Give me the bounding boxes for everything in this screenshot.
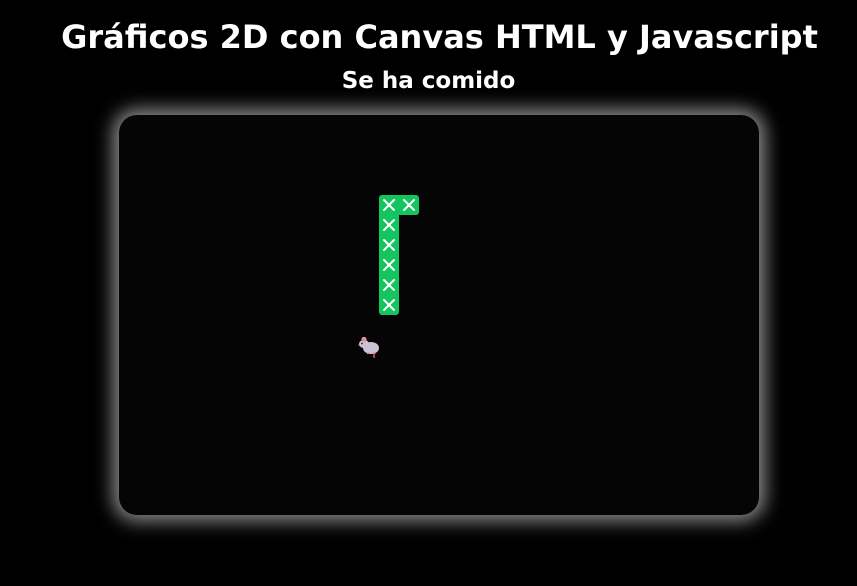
snake-segment bbox=[379, 255, 399, 275]
cross-icon bbox=[383, 239, 395, 251]
snake-segment bbox=[379, 235, 399, 255]
snake-segment bbox=[379, 215, 399, 235]
snake-segment bbox=[379, 275, 399, 295]
page: Gráficos 2D con Canvas HTML y Javascript… bbox=[0, 0, 857, 586]
cross-icon bbox=[383, 199, 395, 211]
page-title: Gráficos 2D con Canvas HTML y Javascript bbox=[61, 18, 818, 56]
snake-segment bbox=[379, 295, 399, 315]
cross-icon bbox=[383, 299, 395, 311]
cross-icon bbox=[383, 259, 395, 271]
cross-icon bbox=[383, 279, 395, 291]
mouse-icon bbox=[355, 331, 383, 359]
snake-head bbox=[379, 195, 399, 215]
cross-icon bbox=[383, 219, 395, 231]
game-status: Se ha comido bbox=[341, 68, 516, 94]
cross-icon bbox=[403, 199, 415, 211]
snake-segment bbox=[399, 195, 419, 215]
game-board[interactable] bbox=[119, 115, 759, 515]
